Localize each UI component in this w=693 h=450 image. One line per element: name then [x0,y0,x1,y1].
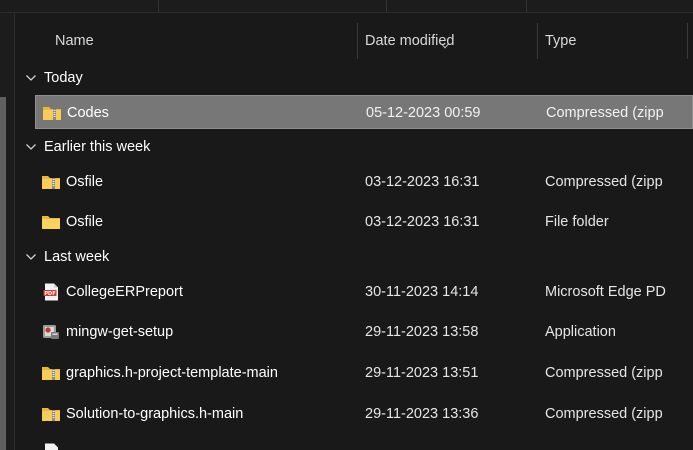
zip-folder-icon [42,176,60,189]
file-row[interactable]: mingw-get-setup 29-11-2023 13:58 Applica… [35,315,693,349]
file-date-modified: 05-12-2023 00:59 [366,105,481,121]
chevron-down-icon[interactable] [25,252,37,262]
file-date-modified: 29-11-2023 13:58 [365,324,479,340]
file-type: Compressed (zipp [546,105,664,121]
column-header-date-modified[interactable]: Date modified [365,23,454,59]
file-name: Solution-to-graphics.h-main [66,406,244,422]
group-header-last-week[interactable]: Last week [15,243,693,271]
file-row[interactable]: graphics.h-project-template-main 29-11-2… [35,356,693,390]
group-label: Today [44,70,83,86]
file-type: Compressed (zipp [545,174,663,190]
toolbar-divider [526,0,527,12]
group-header-today[interactable]: Today [15,64,693,92]
installer-app-icon [43,325,59,339]
navigation-pane-scrollbar[interactable] [0,97,6,450]
folder-icon [42,216,60,229]
column-header-bar: Name Date modified Type [15,23,693,59]
file-date-modified: 29-11-2023 13:36 [365,406,479,422]
toolbar-divider [158,0,159,12]
file-date-modified: 30-11-2023 14:14 [365,284,479,300]
file-row[interactable]: Codes 05-12-2023 00:59 Compressed (zipp [35,95,693,129]
svg-text:PDF: PDF [44,291,55,297]
file-name: Osfile [66,174,104,190]
toolbar-strip [0,0,693,13]
zip-folder-icon [42,367,60,380]
file-name: Osfile [66,214,104,230]
zip-folder-icon [43,107,61,120]
file-row[interactable]: PDF CollegeERPreport 30-11-2023 14:14 Mi… [35,275,693,309]
file-row[interactable]: Osfile 03-12-2023 16:31 Compressed (zipp [35,165,693,199]
file-date-modified: 03-12-2023 16:31 [365,214,480,230]
group-label: Last week [44,249,110,265]
column-divider[interactable] [687,23,688,59]
zip-folder-icon [42,408,60,421]
file-type: File folder [545,214,609,230]
file-type: Compressed (zipp [545,406,663,422]
column-header-type[interactable]: Type [545,23,576,59]
file-name: graphics.h-project-template-main [66,365,278,381]
file-name: mingw-get-setup [66,324,174,340]
chevron-down-icon[interactable] [25,73,37,83]
column-header-name[interactable]: Name [55,23,94,59]
group-label: Earlier this week [44,139,151,155]
toolbar-divider [386,0,387,12]
file-type: Application [545,324,616,340]
file-icon [45,443,58,450]
file-name: CollegeERPreport [66,284,183,300]
column-divider[interactable] [357,23,358,59]
column-divider[interactable] [537,23,538,59]
file-type: Microsoft Edge PD [545,284,666,300]
file-name: Codes [67,105,109,121]
pdf-file-icon: PDF [43,283,58,301]
file-type: Compressed (zipp [545,365,663,381]
chevron-down-icon[interactable] [25,142,37,152]
file-date-modified: 29-11-2023 13:51 [365,365,479,381]
file-row[interactable]: Osfile 03-12-2023 16:31 File folder [35,205,693,239]
group-header-earlier-this-week[interactable]: Earlier this week [15,133,693,161]
file-date-modified: 03-12-2023 16:31 [365,174,480,190]
file-row[interactable]: Solution-to-graphics.h-main 29-11-2023 1… [35,397,693,431]
